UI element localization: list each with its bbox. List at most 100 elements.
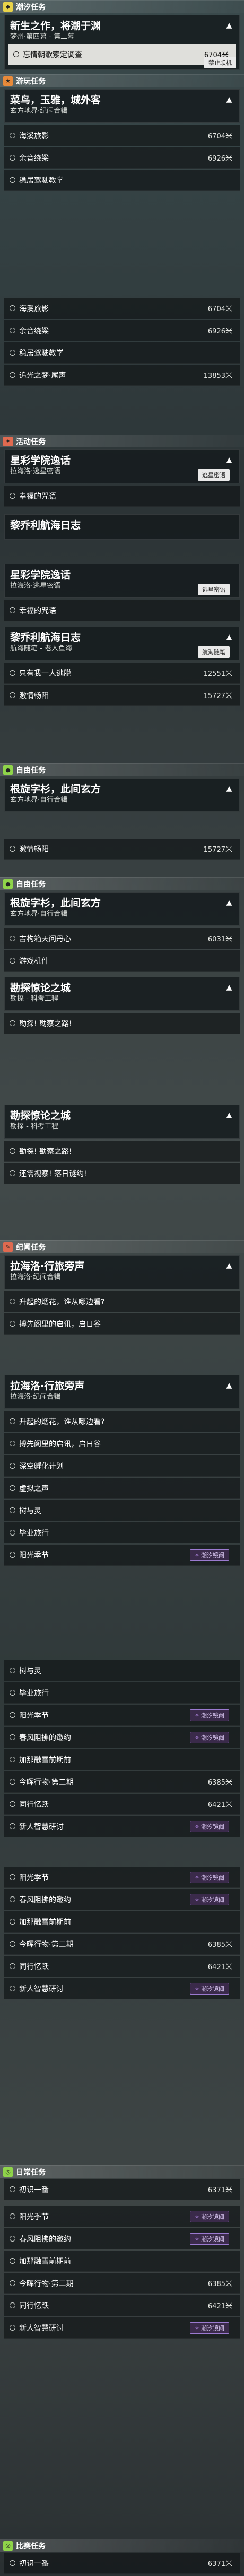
objective-row[interactable]: 树与灵	[4, 1500, 240, 1521]
objective-row[interactable]: 树与灵	[4, 1660, 240, 1681]
quest-card[interactable]: 拉海洛·行旅旁声 拉海洛·纪闻合辑 ▲	[4, 1375, 240, 1409]
star-icon: ✧	[194, 2213, 199, 2220]
objective-row[interactable]: 升起的烟花，谁从哪边看?	[4, 1291, 240, 1312]
objective-row[interactable]: 勘探! 勘察之路!	[4, 1013, 240, 1034]
chevron-up-icon[interactable]: ▲	[223, 897, 235, 908]
section-bihai: ◎ 比赛任务 初识一番 6371米	[0, 2539, 244, 2575]
objective-row[interactable]: 幸福的咒语	[4, 486, 240, 507]
objective-row[interactable]: 同行忆跃 6421米	[4, 1794, 240, 1815]
chevron-up-icon[interactable]: ▲	[223, 982, 235, 993]
chevron-up-icon[interactable]: ▲	[223, 20, 235, 31]
section-header[interactable]: ● 自由任务	[0, 877, 244, 890]
objective-row[interactable]: 阳光季节 ✧ 潮汐镜阈	[4, 1545, 240, 1566]
chevron-up-icon[interactable]: ▲	[223, 1109, 235, 1121]
objective-row[interactable]: 阳光季节 ✧ 潮汐镜阈	[4, 1867, 240, 1888]
section-huodong-continued: 星彩学院逸话 拉海洛·逃星密语 逃星密语 幸福的咒语 黎乔利航海日志 航海随笔 …	[0, 562, 244, 707]
section-title: 日常任务	[16, 2168, 46, 2177]
objective-label: 海溪旅影	[19, 131, 49, 140]
chevron-up-icon[interactable]: ▲	[223, 783, 235, 795]
section-header[interactable]: ◎ 日常任务	[0, 2165, 244, 2178]
quest-card[interactable]: 根旋字杉，此间玄方 玄方地界·自行合辑 ▲	[4, 892, 240, 926]
objective-row[interactable]: 初识一番 6371米	[4, 2179, 240, 2200]
objective-row[interactable]: 今晖行物·第二期 6385米	[4, 1771, 240, 1793]
objective-row[interactable]: 春风阻拂的邀约 ✧ 潮汐镜阈	[4, 1889, 240, 1910]
objective-row[interactable]: 虚拟之声	[4, 1478, 240, 1499]
objective-row[interactable]: 稳居驾驶教学	[4, 170, 240, 191]
quest-card[interactable]: 勘探惊论之城 勘探 - 科考工程 ▲	[4, 977, 240, 1011]
objective-row[interactable]: 新人智慧研讨 ✧ 潮汐镜阈	[4, 2317, 240, 2339]
objective-row[interactable]: 春风阻拂的邀约 ✧ 潮汐镜阈	[4, 2228, 240, 2249]
objective-row[interactable]: 海溪旅影 6704米	[4, 125, 240, 146]
objective-row[interactable]: 只有我一人逃脱 12551米	[4, 663, 240, 684]
objective-row[interactable]: 同行忆跃 6421米	[4, 2295, 240, 2316]
star-icon: ✧	[194, 1712, 199, 1719]
objective-row[interactable]: 还需视察! 落日谜约!	[4, 1163, 240, 1184]
tide-mirror-tag: ✧ 潮汐镜阈	[189, 2322, 229, 2334]
quest-card[interactable]: 新生之作，将潮于渊 梦州·第四幕 - 第二幕 ▲ 忘情朝歌索定调查 6704米 …	[4, 15, 240, 70]
objective-row[interactable]: 幸福的咒语	[4, 600, 240, 621]
objective-row[interactable]: 春风阻拂的邀约 ✧ 潮汐镜阈	[4, 1727, 240, 1748]
quest-card[interactable]: 星彩学院逸话 拉海洛·逃星密语 逃星密语	[4, 564, 240, 598]
section-header[interactable]: ◎ 比赛任务	[0, 2539, 244, 2552]
chevron-up-icon[interactable]: ▲	[223, 94, 235, 105]
objective-label: 深空孵化计划	[19, 1462, 64, 1471]
section-header[interactable]: ◆ 潮汐任务	[0, 0, 244, 13]
section-header[interactable]: ✦ 活动任务	[0, 435, 244, 447]
objective-row[interactable]: 搏先阁里的启讯，启日谷	[4, 1433, 240, 1454]
objective-row[interactable]: 毕业旅行	[4, 1522, 240, 1543]
section-header[interactable]: ✎ 纪闻任务	[0, 1240, 244, 1253]
quest-card[interactable]: 拉海洛·行旅旁声 拉海洛·纪闻合辑 ▲	[4, 1255, 240, 1289]
objective-row[interactable]: 今晖行物·第二期 6385米	[4, 1934, 240, 1955]
quest-card[interactable]: 根旋字杉，此间玄方 玄方地界·自行合辑 ▲	[4, 778, 240, 812]
objective-row[interactable]: 阳光季节 ✧ 潮汐镜阈	[4, 1705, 240, 1726]
objective-row[interactable]: 勘探! 勘察之路!	[4, 1141, 240, 1162]
quest-title: 勘探惊论之城	[10, 982, 71, 994]
chevron-up-icon[interactable]: ▲	[223, 631, 235, 643]
objective-row[interactable]: 深空孵化计划	[4, 1455, 240, 1477]
objective-row[interactable]: 搏先阁里的启讯，启日谷	[4, 1313, 240, 1335]
objective-label: 忘情朝歌索定调查	[23, 50, 82, 59]
section-header[interactable]: ★ 游玩任务	[0, 74, 244, 87]
section-title: 游玩任务	[16, 77, 46, 86]
quest-card[interactable]: 星彩学院逸话 拉海洛·逃星密语 ▲ 逃星密语	[4, 449, 240, 483]
objective-label: 吉构箱天问丹心	[19, 934, 71, 943]
section-title: 潮汐任务	[16, 3, 46, 12]
objective-row[interactable]: 加那融雪前期前	[4, 2251, 240, 2272]
objective-row[interactable]: 激情畅阳 15727米	[4, 839, 240, 860]
objective-circle-icon	[10, 1874, 15, 1880]
chevron-up-icon[interactable]: ▲	[223, 1260, 235, 1272]
quest-badge: 航海随笔	[198, 646, 230, 658]
objective-row[interactable]: 忘情朝歌索定调查 6704米	[8, 44, 236, 65]
objective-row[interactable]: 加那融雪前期前	[4, 1749, 240, 1770]
objective-row[interactable]: 稳居驾驶教学	[4, 342, 240, 364]
objective-distance: 6704米	[207, 305, 232, 313]
quest-card[interactable]: 勘探惊论之城 勘探 - 科考工程 ▲	[4, 1105, 240, 1139]
objective-circle-icon	[10, 328, 15, 333]
objective-row[interactable]: 加那融雪前期前	[4, 1911, 240, 1933]
objective-row[interactable]: 同行忆跃 6421米	[4, 1956, 240, 1977]
objective-circle-icon	[10, 936, 15, 941]
objective-row[interactable]: 阳光季节 ✧ 潮汐镜阈	[4, 2206, 240, 2227]
objective-row[interactable]: 新人智慧研讨 ✧ 潮汐镜阈	[4, 1978, 240, 1999]
objective-row[interactable]: 初识一番 6371米	[4, 2553, 240, 2574]
quest-card[interactable]: 黎乔利航海日志	[4, 514, 240, 540]
objective-label: 阳光季节	[19, 1551, 49, 1560]
objective-row[interactable]: 吉构箱天问丹心 6031米	[4, 928, 240, 949]
objective-row[interactable]: 升起的烟花，谁从哪边看?	[4, 1411, 240, 1432]
objective-row[interactable]: 追光之梦·尾声 13853米	[4, 365, 240, 386]
quest-card[interactable]: 黎乔利航海日志 航海随笔 - 老人鱼海 ▲ 航海随笔	[4, 627, 240, 660]
objective-row[interactable]: 余音绕梁 6926米	[4, 320, 240, 341]
quest-card[interactable]: 菜鸟，玉雅，城外客 玄方地界·纪闻合辑 ▲	[4, 89, 240, 123]
objective-row[interactable]: 余音绕梁 6926米	[4, 147, 240, 169]
objective-row[interactable]: 新人智慧研讨 ✧ 潮汐镜阈	[4, 1816, 240, 1837]
objective-row[interactable]: 毕业旅行	[4, 1682, 240, 1704]
chevron-up-icon[interactable]: ▲	[223, 454, 235, 466]
objective-row[interactable]: 游戏机件	[4, 950, 240, 972]
section-header[interactable]: ● 自由任务	[0, 763, 244, 776]
objective-circle-icon	[10, 1919, 15, 1925]
chevron-up-icon[interactable]: ▲	[223, 1380, 235, 1391]
section-ziyou-2: ● 自由任务 根旋字杉，此间玄方 玄方地界·自行合辑 ▲ 吉构箱天问丹心 6031…	[0, 877, 244, 1035]
objective-row[interactable]: 今晖行物·第二期 6385米	[4, 2273, 240, 2294]
objective-row[interactable]: 激情畅阳 15727米	[4, 685, 240, 706]
objective-row[interactable]: 海溪旅影 6704米	[4, 298, 240, 319]
